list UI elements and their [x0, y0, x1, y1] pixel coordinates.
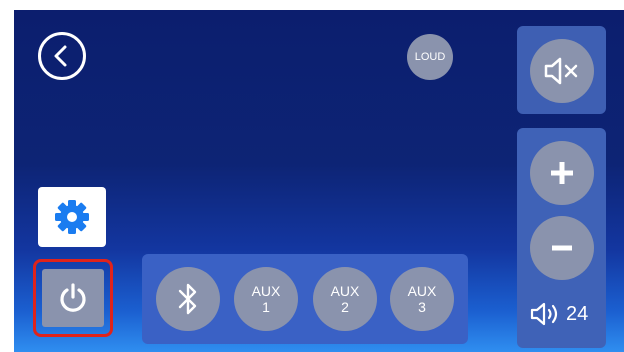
- bluetooth-button[interactable]: [156, 267, 220, 331]
- volume-panel: 24: [517, 128, 606, 348]
- aux1-label: AUX: [251, 283, 281, 299]
- aux3-label: AUX: [407, 283, 437, 299]
- loud-label: LOUD: [414, 51, 446, 63]
- speaker-mute-icon: [544, 57, 578, 85]
- aux3-button[interactable]: AUX 3: [390, 267, 454, 331]
- mute-panel: [517, 26, 606, 114]
- source-panel: AUX 1 AUX 2 AUX 3: [142, 254, 468, 344]
- power-icon: [60, 283, 86, 312]
- aux1-button[interactable]: AUX 1: [234, 267, 298, 331]
- volume-level: 24: [566, 302, 589, 325]
- loud-button[interactable]: LOUD: [407, 34, 453, 80]
- aux1-number: 1: [262, 299, 270, 315]
- power-button[interactable]: [42, 269, 104, 327]
- volume-down-button[interactable]: [530, 216, 594, 280]
- chevron-left-icon: [54, 45, 67, 67]
- mute-button[interactable]: [530, 39, 594, 103]
- aux2-label: AUX: [330, 283, 360, 299]
- gear-icon: [55, 200, 89, 234]
- power-highlight: [33, 259, 113, 337]
- aux3-number: 3: [418, 299, 426, 315]
- bluetooth-icon: [178, 283, 197, 315]
- speaker-volume-icon: [530, 302, 558, 326]
- volume-readout: 24: [530, 300, 588, 328]
- aux2-button[interactable]: AUX 2: [313, 267, 377, 331]
- volume-up-button[interactable]: [530, 141, 594, 205]
- screen: LOUD 24 AUX 1 AUX 2 AUX 3: [14, 10, 624, 352]
- aux2-number: 2: [341, 299, 349, 315]
- minus-icon: [552, 245, 572, 251]
- plus-icon: [551, 162, 573, 184]
- back-button[interactable]: [38, 32, 86, 80]
- settings-button[interactable]: [38, 187, 106, 247]
